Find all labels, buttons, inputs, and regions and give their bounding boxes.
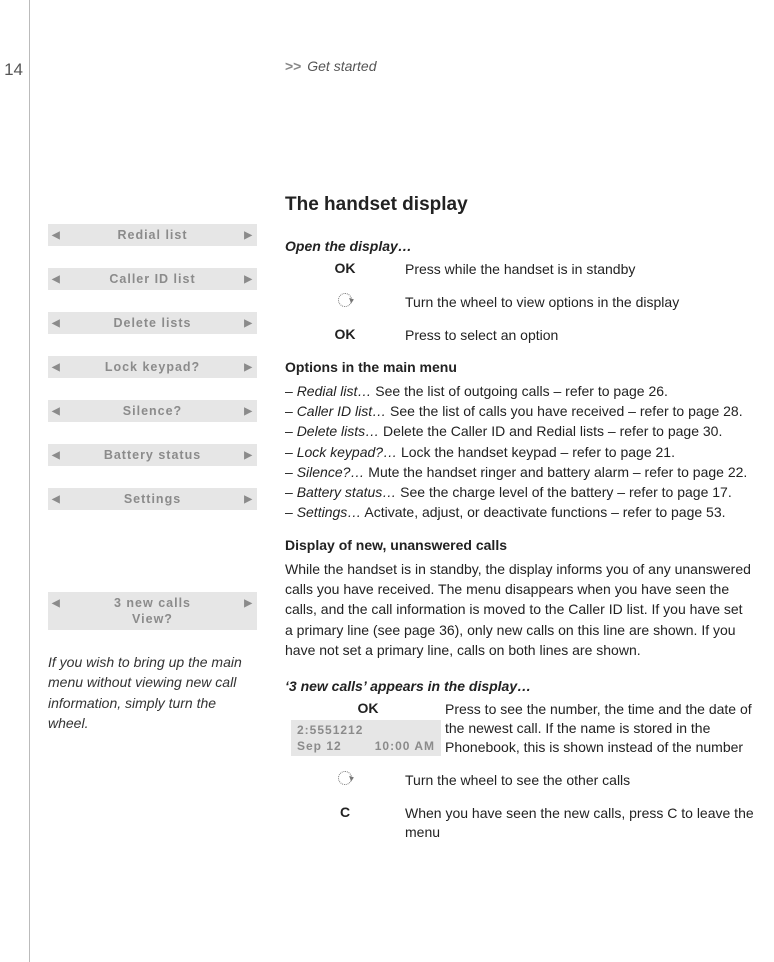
step-row: C When you have seen the new calls, pres… [285,804,754,842]
option-label: Settings… [297,504,362,520]
right-triangle-icon: ▶ [244,406,253,417]
option-desc: See the list of outgoing calls – refer t… [375,383,668,399]
right-triangle-icon: ▶ [244,494,253,505]
step-key-wheel [285,293,405,312]
option-line: – Caller ID list… See the list of calls … [285,401,754,421]
sidebar: ◀ Redial list ▶ ◀ Caller ID list ▶ ◀ Del… [30,0,275,962]
breadcrumb-label: Get started [307,58,376,74]
option-label: Caller ID list… [297,403,386,419]
call-detail-date: Sep 12 [297,739,342,753]
option-desc: See the list of calls you have received … [390,403,743,419]
lcd-menu-label: Silence? [123,404,182,418]
step-desc: When you have seen the new calls, press … [405,804,754,842]
lcd-new-calls: ◀ 3 new calls ▶ View? [48,592,257,630]
lcd-menu-battery: ◀ Battery status ▶ [48,444,257,466]
left-triangle-icon: ◀ [52,318,61,329]
lcd-menu-settings: ◀ Settings ▶ [48,488,257,510]
option-label: Battery status… [297,484,397,500]
sidebar-note: If you wish to bring up the main menu wi… [48,652,257,733]
breadcrumb-prefix: >> [285,58,301,74]
options-list: – Redial list… See the list of outgoing … [285,381,754,523]
option-label: Silence?… [297,464,365,480]
call-detail-number: 2:5551212 [297,723,435,737]
lcd-menu-label: Caller ID list [109,272,195,286]
option-line: – Redial list… See the list of outgoing … [285,381,754,401]
right-triangle-icon: ▶ [244,230,253,241]
step-key-ok: OK [285,260,405,279]
step-desc: Press to see the number, the time and th… [445,700,754,757]
left-triangle-icon: ◀ [52,362,61,373]
step-desc: Turn the wheel to view options in the di… [405,293,754,312]
lcd-menu-label: Delete lists [113,316,191,330]
step-row: OK Press while the handset is in standby [285,260,754,279]
right-triangle-icon: ▶ [244,362,253,373]
lcd-menu-label: Lock keypad? [105,360,200,374]
step-key-ok: OK [285,326,405,345]
right-triangle-icon: ▶ [244,318,253,329]
option-line: – Battery status… See the charge level o… [285,482,754,502]
step-row: Turn the wheel to view options in the di… [285,293,754,312]
left-triangle-icon: ◀ [52,230,61,241]
section-title: The handset display [285,194,754,216]
lcd-menu-redial: ◀ Redial list ▶ [48,224,257,246]
option-label: Lock keypad?… [297,444,397,460]
lcd-menu-label: Settings [124,492,181,506]
option-desc: Mute the handset ringer and battery alar… [368,464,747,480]
three-new-heading: ‘3 new calls’ appears in the display… [285,678,754,694]
unanswered-heading: Display of new, unanswered calls [285,537,754,553]
lcd-menu-label: Redial list [117,228,187,242]
option-label: Redial list… [297,383,372,399]
lcd-call-detail: 2:5551212 Sep 12 10:00 AM [291,720,441,756]
lcd-menu-silence: ◀ Silence? ▶ [48,400,257,422]
call-detail-time: 10:00 AM [375,739,435,753]
option-line: – Delete lists… Delete the Caller ID and… [285,421,754,441]
wheel-icon [338,771,352,785]
step-row: OK 2:5551212 Sep 12 10:00 AM Press to se… [285,700,754,757]
left-triangle-icon: ◀ [52,406,61,417]
breadcrumb: >> Get started [285,58,754,74]
lcd-newcalls-line2: View? [52,612,253,626]
right-triangle-icon: ▶ [244,598,253,609]
step-desc: Press to select an option [405,326,754,345]
option-label: Delete lists… [297,423,379,439]
unanswered-paragraph: While the handset is in standby, the dis… [285,559,754,660]
option-line: – Settings… Activate, adjust, or deactiv… [285,502,754,522]
step-key-c: C [285,804,405,842]
left-triangle-icon: ◀ [52,450,61,461]
ok-and-detail-column: OK 2:5551212 Sep 12 10:00 AM [285,700,445,757]
lcd-menu-lock: ◀ Lock keypad? ▶ [48,356,257,378]
option-desc: Delete the Caller ID and Redial lists – … [383,423,722,439]
right-triangle-icon: ▶ [244,450,253,461]
option-line: – Silence?… Mute the handset ringer and … [285,462,754,482]
lcd-menu-callerid: ◀ Caller ID list ▶ [48,268,257,290]
lcd-menu-delete: ◀ Delete lists ▶ [48,312,257,334]
left-triangle-icon: ◀ [52,274,61,285]
open-display-heading: Open the display… [285,238,754,254]
step-key-ok: OK [291,700,445,716]
option-desc: See the charge level of the battery – re… [400,484,732,500]
wheel-icon [338,293,352,307]
option-line: – Lock keypad?… Lock the handset keypad … [285,442,754,462]
step-desc: Turn the wheel to see the other calls [405,771,754,790]
step-desc: Press while the handset is in standby [405,260,754,279]
option-desc: Activate, adjust, or deactivate function… [364,504,725,520]
lcd-newcalls-line1: 3 new calls [114,596,191,610]
page-number: 14 [0,0,30,962]
options-heading: Options in the main menu [285,359,754,375]
left-triangle-icon: ◀ [52,494,61,505]
step-key-wheel [285,771,405,790]
option-desc: Lock the handset keypad – refer to page … [401,444,675,460]
step-row: Turn the wheel to see the other calls [285,771,754,790]
step-row: OK Press to select an option [285,326,754,345]
left-triangle-icon: ◀ [52,598,61,609]
right-triangle-icon: ▶ [244,274,253,285]
main-content: >> Get started The handset display Open … [275,0,774,962]
lcd-menu-label: Battery status [104,448,201,462]
